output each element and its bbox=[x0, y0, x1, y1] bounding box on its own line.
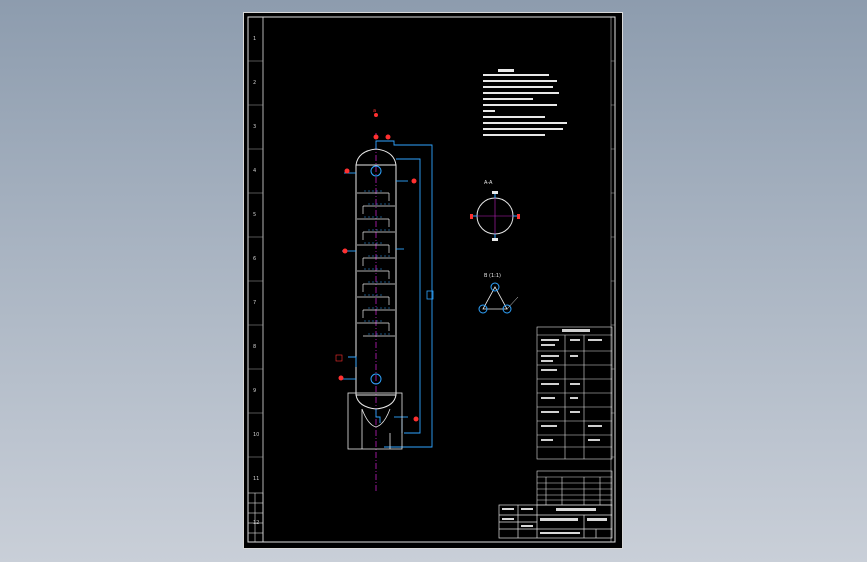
design-data-cells bbox=[541, 329, 602, 441]
side-tick-2: 2 bbox=[253, 80, 257, 86]
side-tick-7: 7 bbox=[253, 300, 257, 306]
side-tick-3: 3 bbox=[253, 124, 257, 130]
side-tick-11: 11 bbox=[253, 476, 260, 482]
side-tick-4: 4 bbox=[253, 168, 257, 174]
left-stamp-grid bbox=[247, 492, 264, 543]
vent-marker bbox=[335, 354, 343, 362]
drawing-sheet: a A-A B (1:1) 1 2 3 4 5 6 7 8 9 10 11 12 bbox=[243, 12, 623, 549]
inner-border bbox=[247, 16, 616, 543]
side-tick-10: 10 bbox=[253, 432, 260, 438]
orientation-label: B (1:1) bbox=[484, 273, 501, 279]
side-tick-6: 6 bbox=[253, 256, 257, 262]
side-tick-5: 5 bbox=[253, 212, 257, 218]
side-tick-12: 12 bbox=[253, 520, 260, 526]
top-nozzle-tag: a bbox=[373, 108, 377, 114]
side-tick-8: 8 bbox=[253, 344, 257, 350]
nozzle-schedule-table bbox=[536, 470, 613, 506]
nozzle-orientation-plan bbox=[470, 191, 520, 241]
tray-valves bbox=[364, 190, 390, 335]
section-label: A-A bbox=[484, 180, 493, 186]
support-lug-detail bbox=[478, 282, 519, 314]
side-tick-9: 9 bbox=[253, 388, 257, 394]
side-tick-1: 1 bbox=[253, 36, 257, 42]
column-assembly-drawing bbox=[247, 16, 616, 543]
technical-notes bbox=[483, 69, 567, 136]
